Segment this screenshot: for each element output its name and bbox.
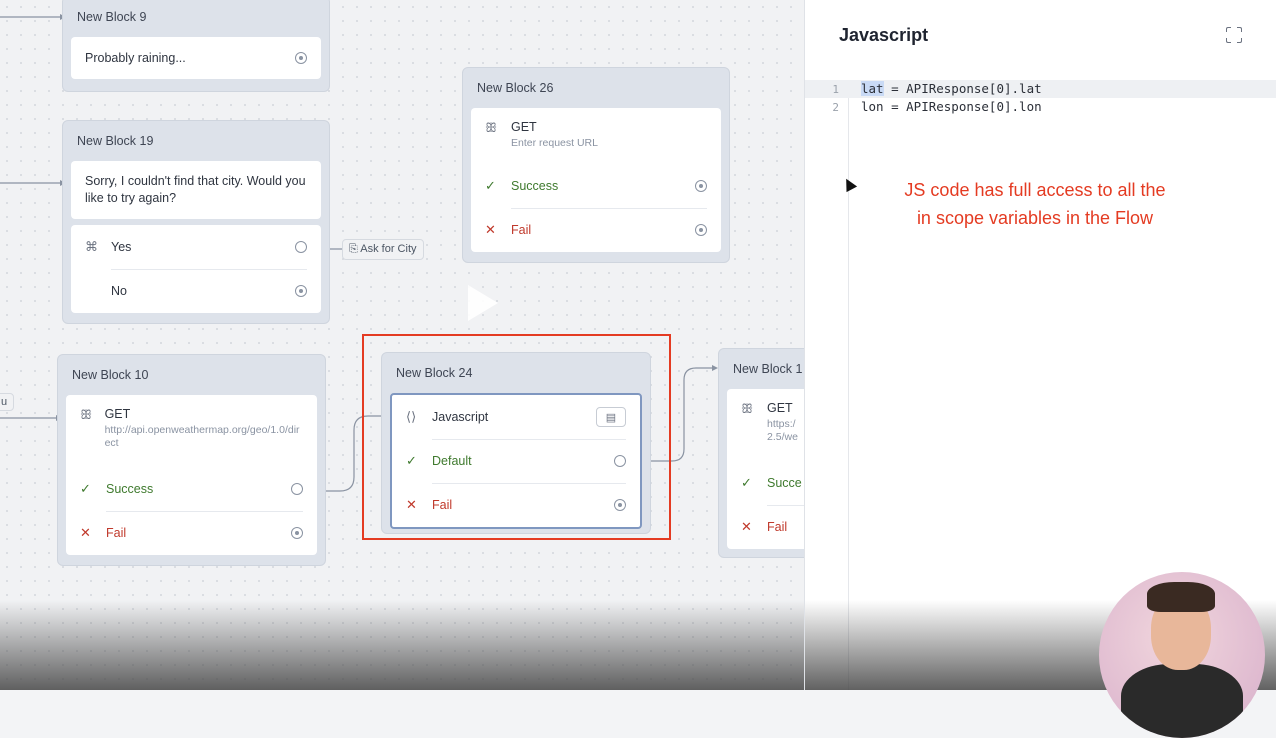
video-overlay-gradient <box>0 600 804 690</box>
line-number: 1 <box>832 83 839 96</box>
block-19[interactable]: New Block 19 Sorry, I couldn't find that… <box>62 120 330 324</box>
path-label: Fail <box>511 223 532 237</box>
line-number-gutter <box>805 80 849 690</box>
api-method: GET <box>767 401 793 415</box>
x-icon: ✕ <box>80 525 91 540</box>
output-port-icon[interactable] <box>291 527 303 539</box>
path-success[interactable]: ✓ Succe <box>727 461 804 505</box>
api-url: Enter request URL <box>511 137 598 149</box>
code-text: = APIResponse[0].lat <box>883 81 1042 96</box>
webhook-icon: ꕥ <box>485 120 498 135</box>
api-method: GET <box>511 120 537 134</box>
block-26[interactable]: New Block 26 ꕥ GET Enter request URL ✓ S… <box>462 67 730 263</box>
path-label: Success <box>106 482 154 496</box>
message-text: Sorry, I couldn't find that city. Would … <box>85 174 306 205</box>
choice-no[interactable]: No <box>71 269 321 313</box>
path-success[interactable]: ✓ Success <box>66 467 317 511</box>
choice-label: No <box>111 284 127 298</box>
note-line-2: in scope variables in the Flow <box>916 208 1154 228</box>
expand-icon[interactable] <box>1226 27 1242 43</box>
choice-card[interactable]: ⌘ Yes No <box>71 225 321 313</box>
output-port-icon[interactable] <box>695 180 707 192</box>
block-9[interactable]: New Block 9 Probably raining... <box>62 0 330 92</box>
block-title: New Block 10 <box>72 368 149 382</box>
block-next[interactable]: New Block 1 ꕥ GET https:/ 2.5/we ✓ Succe… <box>718 348 804 558</box>
video-play-icon[interactable] <box>468 285 498 321</box>
choice-yes[interactable]: ⌘ Yes <box>71 225 321 269</box>
path-label: Succe <box>767 476 802 490</box>
line-number: 2 <box>832 101 839 114</box>
panel-header: Javascript <box>805 0 1276 70</box>
path-label: Fail <box>106 526 127 540</box>
path-fail[interactable]: ✕ Fail <box>471 208 721 252</box>
path-fail[interactable]: ✕ Fail <box>727 505 804 549</box>
annotation-note: JS code has full access to all the in sc… <box>865 176 1205 232</box>
tag-label: u <box>1 396 8 408</box>
output-port-icon[interactable] <box>295 52 307 64</box>
api-request-row[interactable]: ꕥ GET https:/ 2.5/we <box>727 389 804 461</box>
block-title: New Block 9 <box>77 10 147 24</box>
x-icon: ✕ <box>741 519 752 534</box>
check-icon: ✓ <box>485 178 496 193</box>
api-request-row[interactable]: ꕥ GET http://api.openweathermap.org/geo/… <box>66 395 317 467</box>
message-card[interactable]: Probably raining... <box>71 37 321 79</box>
x-icon: ✕ <box>485 222 496 237</box>
check-icon: ✓ <box>80 481 91 496</box>
api-card[interactable]: ꕥ GET Enter request URL ✓ Success ✕ Fail <box>471 108 721 252</box>
output-port-icon[interactable] <box>291 483 303 495</box>
api-method: GET <box>104 407 131 421</box>
api-request-row[interactable]: ꕥ GET Enter request URL <box>471 108 721 164</box>
message-card[interactable]: Sorry, I couldn't find that city. Would … <box>71 161 321 219</box>
selected-token: lat <box>861 81 884 96</box>
webhook-icon: ꕥ <box>80 407 93 422</box>
annotation-highlight-box <box>362 334 671 540</box>
choice-icon: ⌘ <box>85 239 98 254</box>
api-url: https:/ 2.5/we <box>767 418 798 443</box>
flow-canvas[interactable]: New Block 9 Probably raining... New Bloc… <box>0 0 804 690</box>
block-10[interactable]: New Block 10 ꕥ GET http://api.openweathe… <box>57 354 326 566</box>
link-block-icon: ⎘ <box>349 243 358 255</box>
path-fail[interactable]: ✕ Fail <box>66 511 317 555</box>
block-title: New Block 19 <box>77 134 154 148</box>
api-card[interactable]: ꕥ GET http://api.openweathermap.org/geo/… <box>66 395 317 555</box>
message-text: Probably raining... <box>85 51 186 65</box>
path-label: Fail <box>767 520 788 534</box>
block-title: New Block 1 <box>733 362 803 376</box>
choice-label: Yes <box>111 240 132 254</box>
code-line[interactable]: 2 lon = APIResponse[0].lon <box>805 98 1276 116</box>
note-line-1: JS code has full access to all the <box>904 180 1166 200</box>
api-card[interactable]: ꕥ GET https:/ 2.5/we ✓ Succe ✕ Fail <box>727 389 804 549</box>
path-label: Success <box>511 179 559 193</box>
path-success[interactable]: ✓ Success <box>471 164 721 208</box>
api-url: http://api.openweathermap.org/geo/1.0/di… <box>104 424 300 449</box>
output-port-icon[interactable] <box>695 224 707 236</box>
code-text: lon = APIResponse[0].lon <box>861 99 1042 114</box>
tag-label: Ask for City <box>360 243 417 255</box>
block-title: New Block 26 <box>477 81 554 95</box>
webhook-icon: ꕥ <box>741 401 754 416</box>
output-port-icon[interactable] <box>295 241 307 253</box>
output-port-icon[interactable] <box>295 285 307 297</box>
left-tag[interactable]: u <box>0 393 15 411</box>
javascript-editor-panel[interactable]: Javascript 1 lat = APIResponse[0].lat 2 … <box>804 0 1276 738</box>
panel-title: Javascript <box>839 24 929 45</box>
presenter-webcam-avatar <box>1099 572 1265 738</box>
code-line[interactable]: 1 lat = APIResponse[0].lat <box>805 80 1276 98</box>
check-icon: ✓ <box>741 475 752 490</box>
ask-for-city-tag[interactable]: ⎘ Ask for City <box>342 239 424 260</box>
